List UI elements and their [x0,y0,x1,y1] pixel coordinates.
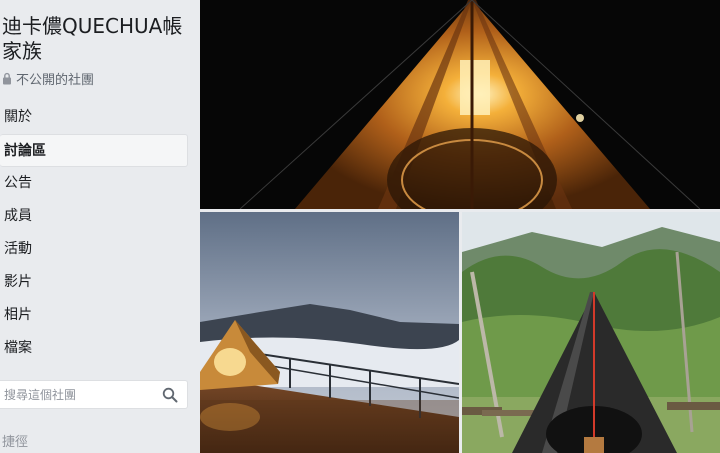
group-privacy: 不公開的社團 [2,69,94,88]
nav-item-announcements[interactable]: 公告 [0,167,188,200]
search-icon[interactable] [162,387,178,403]
nav-item-about[interactable]: 關於 [0,101,188,134]
lock-icon [3,72,11,85]
search-input[interactable] [0,387,160,402]
cover-photo-cloud-sea-tent[interactable] [200,212,459,453]
nav-item-events[interactable]: 活動 [0,233,188,266]
nav-item-members[interactable]: 成員 [0,200,188,233]
group-search[interactable] [0,380,188,409]
cover-photo-forest-camp[interactable] [462,212,720,453]
cover-photo-night-tent[interactable] [200,0,720,209]
group-name[interactable]: 迪卡儂QUECHUA帳家族 [2,14,192,64]
nav-item-discussion[interactable]: 討論區 [0,134,188,167]
privacy-label: 不公開的社團 [16,73,95,88]
nav-item-photos[interactable]: 相片 [0,299,188,332]
shortcuts-heading: 捷徑 [2,435,29,450]
nav-item-files[interactable]: 檔案 [0,332,188,365]
cover-photo-grid [200,0,720,453]
nav-item-videos[interactable]: 影片 [0,266,188,299]
group-nav: 關於 討論區 公告 成員 活動 影片 相片 檔案 [0,101,188,365]
group-sidebar: 迪卡儂QUECHUA帳家族 不公開的社團 關於 討論區 公告 成員 活動 影片 … [0,0,196,453]
